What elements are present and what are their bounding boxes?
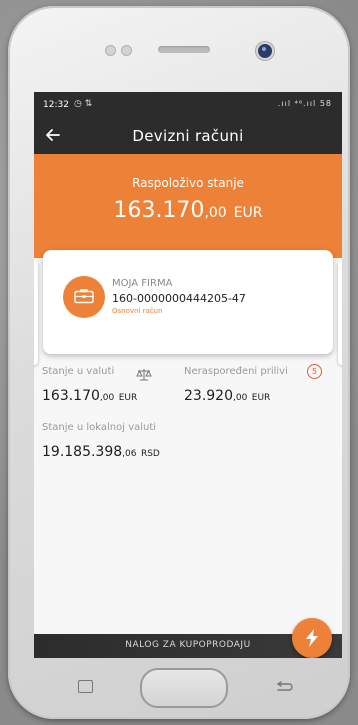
app-screen: 12:32 ◷ ⇅ .ııl ⁴⁶.ııl 58 Devizni računi … bbox=[34, 92, 342, 658]
unallocated-currency: EUR bbox=[251, 393, 271, 403]
light-sensor bbox=[121, 45, 132, 56]
local-balance-dec: ,06 bbox=[122, 449, 137, 459]
page-title: Devizni računi bbox=[132, 127, 244, 145]
status-left-icons: ◷ ⇅ bbox=[74, 99, 93, 109]
local-balance-value: 19.185.398,06 RSD bbox=[42, 444, 160, 460]
status-bar: 12:32 ◷ ⇅ .ııl ⁴⁶.ııl 58 bbox=[34, 92, 342, 118]
previous-account-card[interactable] bbox=[34, 261, 38, 365]
account-avatar bbox=[63, 276, 105, 318]
status-right-icons: .ııl ⁴⁶.ııl 58 bbox=[277, 99, 332, 108]
available-balance-int: 163.170 bbox=[113, 198, 205, 223]
local-balance-int: 19.185.398 bbox=[42, 444, 123, 460]
back-nav-icon[interactable] bbox=[276, 678, 294, 697]
available-balance-amount: 163.170,00 EUR bbox=[34, 198, 342, 223]
quick-action-button[interactable] bbox=[292, 618, 332, 658]
home-button[interactable] bbox=[140, 668, 228, 708]
account-carousel[interactable]: MOJA FIRMA 160-0000000444205-47 Osnovni … bbox=[34, 250, 342, 448]
unallocated-inflows-value: 23.920,00 EUR bbox=[184, 388, 270, 404]
currency-balance-dec: ,00 bbox=[99, 393, 115, 403]
local-balance-currency: RSD bbox=[140, 449, 160, 459]
earpiece-speaker bbox=[158, 46, 210, 53]
account-number: 160-0000000444205-47 bbox=[112, 292, 246, 305]
currency-balance-currency: EUR bbox=[118, 393, 138, 403]
unallocated-int: 23.920 bbox=[184, 388, 233, 404]
currency-balance-int: 163.170 bbox=[42, 388, 100, 404]
briefcase-icon bbox=[74, 289, 94, 304]
phone-nav-bar bbox=[8, 658, 350, 718]
scale-icon[interactable] bbox=[136, 366, 152, 385]
available-balance-panel: Raspoloživo stanje 163.170,00 EUR bbox=[34, 154, 342, 258]
lightning-icon bbox=[306, 629, 318, 647]
recent-apps-icon[interactable] bbox=[78, 680, 93, 693]
unallocated-count-badge[interactable]: 5 bbox=[307, 364, 322, 379]
proximity-sensor bbox=[105, 45, 116, 56]
available-balance-currency: EUR bbox=[233, 205, 263, 221]
unallocated-dec: ,00 bbox=[233, 393, 248, 403]
currency-balance-value: 163.170,00 EUR bbox=[42, 388, 137, 404]
phone-top-bezel bbox=[8, 6, 350, 86]
account-card[interactable]: MOJA FIRMA 160-0000000444205-47 Osnovni … bbox=[43, 250, 333, 354]
available-balance-dec: ,00 bbox=[204, 205, 227, 221]
firm-name: MOJA FIRMA bbox=[112, 278, 173, 289]
front-camera bbox=[256, 42, 274, 60]
account-type: Osnovni račun bbox=[112, 307, 163, 315]
next-account-card[interactable] bbox=[338, 261, 342, 365]
available-balance-label: Raspoloživo stanje bbox=[132, 176, 244, 190]
unallocated-inflows-label: Neraspoređeni prilivi bbox=[184, 366, 288, 377]
phone-frame: 12:32 ◷ ⇅ .ııl ⁴⁶.ııl 58 Devizni računi … bbox=[8, 6, 350, 719]
status-time: 12:32 bbox=[43, 100, 69, 110]
local-balance-label: Stanje u lokalnoj valuti bbox=[42, 422, 157, 433]
currency-balance-label: Stanje u valuti bbox=[42, 366, 115, 377]
app-toolbar: Devizni računi bbox=[34, 118, 342, 154]
